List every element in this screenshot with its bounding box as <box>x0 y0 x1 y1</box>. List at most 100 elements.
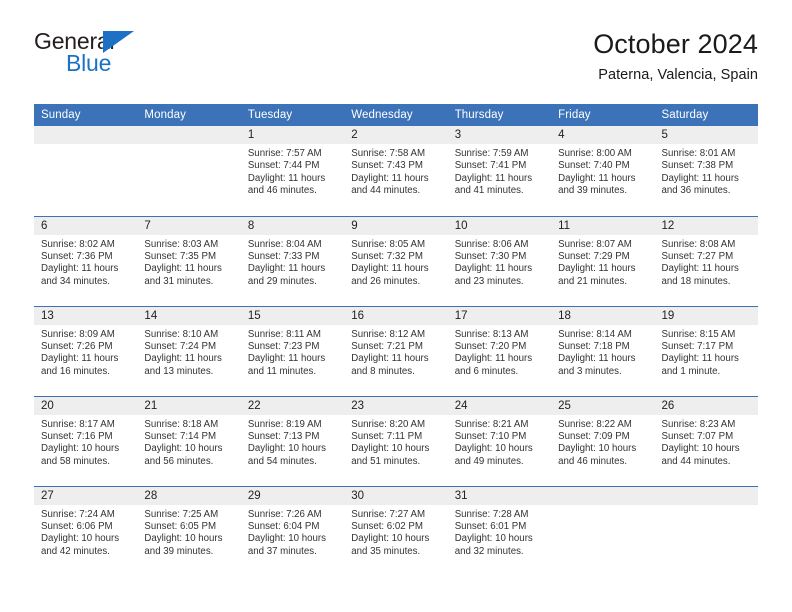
daylight-duration-line1: Daylight: 10 hours <box>247 443 326 455</box>
day-number: 19 <box>654 306 758 325</box>
calendar-day-cell[interactable]: 27 Sunrise: 7:24 AM Sunset: 6:06 PM Dayligh… <box>34 485 138 576</box>
calendar-day-cell[interactable]: 13 Sunrise: 8:09 AM Sunset: 7:26 PM Dayligh… <box>34 305 138 396</box>
daylight-duration-line2: and 36 minutes. <box>661 185 731 197</box>
daylight-duration-line1: Daylight: 11 hours <box>661 263 739 275</box>
day-sun-info: Sunrise: 8:23 AM Sunset: 7:07 PM Daylight:… <box>655 415 758 469</box>
daylight-duration-line1: Daylight: 11 hours <box>351 353 429 365</box>
calendar-day-cell[interactable]: 30 Sunrise: 7:27 AM Sunset: 6:02 PM Dayligh… <box>344 485 448 576</box>
sunrise-time: Sunrise: 8:06 AM <box>454 238 529 250</box>
calendar-day-cell[interactable]: 1 Sunrise: 7:57 AM Sunset: 7:44 PM Daylight… <box>240 126 345 216</box>
weekday-header-tuesday: Tuesday <box>240 104 345 126</box>
weekday-header-saturday: Saturday <box>654 104 758 126</box>
sunrise-time: Sunrise: 8:01 AM <box>661 148 736 159</box>
day-sun-info: Sunrise: 8:09 AM Sunset: 7:26 PM Daylight:… <box>34 325 137 379</box>
sunset-time: Sunset: 6:06 PM <box>41 520 113 532</box>
daylight-duration-line2: and 16 minutes. <box>41 365 110 377</box>
daylight-duration-line2: and 42 minutes. <box>41 545 110 557</box>
day-sun-info: Sunrise: 8:18 AM Sunset: 7:14 PM Daylight:… <box>137 415 240 469</box>
calendar-page: General Blue October 2024 Paterna, Valen… <box>0 0 792 612</box>
weekday-header-sunday: Sunday <box>34 104 138 126</box>
daylight-duration-line2: and 8 minutes. <box>351 365 415 377</box>
daylight-duration-line2: and 39 minutes. <box>144 545 214 557</box>
calendar-day-cell[interactable]: 20 Sunrise: 8:17 AM Sunset: 7:16 PM Dayligh… <box>34 395 138 486</box>
day-sun-info: Sunrise: 8:04 AM Sunset: 7:33 PM Daylight:… <box>241 235 344 289</box>
calendar-day-cell[interactable]: 6 Sunrise: 8:02 AM Sunset: 7:36 PM Daylight… <box>34 215 138 306</box>
calendar-day-cell[interactable]: 10 Sunrise: 8:06 AM Sunset: 7:30 PM Dayligh… <box>447 215 552 306</box>
daylight-duration-line2: and 6 minutes. <box>454 365 519 377</box>
day-sun-info: Sunrise: 7:58 AM Sunset: 7:43 PM Daylight:… <box>344 144 447 198</box>
day-sun-info: Sunrise: 8:13 AM Sunset: 7:20 PM Daylight:… <box>448 325 551 379</box>
day-sun-info: Sunrise: 8:12 AM Sunset: 7:21 PM Daylight:… <box>344 325 447 379</box>
daylight-duration-line2: and 21 minutes. <box>558 275 628 287</box>
calendar-day-cell[interactable]: 24 Sunrise: 8:21 AM Sunset: 7:10 PM Dayligh… <box>447 395 552 486</box>
calendar-day-cell[interactable]: 3 Sunrise: 7:59 AM Sunset: 7:41 PM Daylight… <box>447 126 552 216</box>
day-number: 21 <box>137 396 241 415</box>
day-sun-info: Sunrise: 8:20 AM Sunset: 7:11 PM Daylight:… <box>344 415 447 469</box>
daylight-duration-line1: Daylight: 10 hours <box>351 443 430 455</box>
calendar-day-cell[interactable]: 19 Sunrise: 8:15 AM Sunset: 7:17 PM Dayligh… <box>654 305 758 396</box>
sunset-time: Sunset: 7:26 PM <box>41 340 113 352</box>
daylight-duration-line1: Daylight: 10 hours <box>247 533 326 545</box>
sunrise-time: Sunrise: 8:10 AM <box>144 328 219 340</box>
day-number <box>551 486 655 505</box>
sunset-time: Sunset: 7:10 PM <box>454 430 527 442</box>
daylight-duration-line2: and 56 minutes. <box>144 455 214 467</box>
calendar-day-cell[interactable]: 18 Sunrise: 8:14 AM Sunset: 7:18 PM Dayligh… <box>551 305 655 396</box>
calendar-day-cell[interactable]: 29 Sunrise: 7:26 AM Sunset: 6:04 PM Dayligh… <box>240 485 345 576</box>
day-number <box>34 126 138 144</box>
calendar-day-cell[interactable]: 25 Sunrise: 8:22 AM Sunset: 7:09 PM Dayligh… <box>551 395 655 486</box>
sunset-time: Sunset: 6:01 PM <box>454 520 527 532</box>
calendar-day-cell[interactable]: 12 Sunrise: 8:08 AM Sunset: 7:27 PM Dayligh… <box>654 215 758 306</box>
calendar-day-cell[interactable]: 8 Sunrise: 8:04 AM Sunset: 7:33 PM Daylight… <box>240 215 345 306</box>
day-sun-info: Sunrise: 8:00 AM Sunset: 7:40 PM Daylight:… <box>551 144 654 198</box>
sunset-time: Sunset: 7:32 PM <box>351 250 423 262</box>
calendar-day-cell-empty <box>654 485 758 576</box>
day-number: 4 <box>551 126 655 144</box>
calendar-day-cell[interactable]: 16 Sunrise: 8:12 AM Sunset: 7:21 PM Dayligh… <box>344 305 448 396</box>
calendar-day-cell[interactable]: 2 Sunrise: 7:58 AM Sunset: 7:43 PM Daylight… <box>344 126 448 216</box>
sunrise-time: Sunrise: 8:11 AM <box>247 328 321 340</box>
calendar-day-cell[interactable]: 11 Sunrise: 8:07 AM Sunset: 7:29 PM Dayligh… <box>551 215 655 306</box>
calendar-day-cell-empty <box>137 126 241 216</box>
daylight-duration-line1: Daylight: 11 hours <box>558 172 636 184</box>
calendar-day-cell[interactable]: 22 Sunrise: 8:19 AM Sunset: 7:13 PM Dayligh… <box>240 395 345 486</box>
logo-word-blue: Blue <box>66 50 112 76</box>
daylight-duration-line2: and 41 minutes. <box>454 185 524 197</box>
daylight-duration-line2: and 58 minutes. <box>41 455 110 467</box>
daylight-duration-line2: and 1 minute. <box>661 365 721 377</box>
day-sun-info: Sunrise: 8:17 AM Sunset: 7:16 PM Daylight:… <box>34 415 137 469</box>
daylight-duration-line1: Daylight: 10 hours <box>41 533 120 545</box>
sunrise-time: Sunrise: 8:03 AM <box>144 238 219 250</box>
sunset-time: Sunset: 7:33 PM <box>247 250 320 262</box>
calendar-day-cell[interactable]: 15 Sunrise: 8:11 AM Sunset: 7:23 PM Dayligh… <box>240 305 345 396</box>
sunset-time: Sunset: 7:27 PM <box>661 250 734 262</box>
day-number: 23 <box>344 396 448 415</box>
calendar-day-cell[interactable]: 21 Sunrise: 8:18 AM Sunset: 7:14 PM Dayligh… <box>137 395 241 486</box>
calendar-day-cell[interactable]: 31 Sunrise: 7:28 AM Sunset: 6:01 PM Dayligh… <box>447 485 552 576</box>
calendar-day-cell[interactable]: 14 Sunrise: 8:10 AM Sunset: 7:24 PM Dayligh… <box>137 305 241 396</box>
day-number: 14 <box>137 306 241 325</box>
daylight-duration-line2: and 39 minutes. <box>558 185 628 197</box>
day-sun-info: Sunrise: 8:22 AM Sunset: 7:09 PM Daylight:… <box>551 415 654 469</box>
daylight-duration-line2: and 32 minutes. <box>454 545 524 557</box>
calendar-day-cell[interactable]: 17 Sunrise: 8:13 AM Sunset: 7:20 PM Dayligh… <box>447 305 552 396</box>
calendar-day-cell[interactable]: 9 Sunrise: 8:05 AM Sunset: 7:32 PM Daylight… <box>344 215 448 306</box>
calendar-day-cell[interactable]: 23 Sunrise: 8:20 AM Sunset: 7:11 PM Dayligh… <box>344 395 448 486</box>
calendar-day-cell[interactable]: 26 Sunrise: 8:23 AM Sunset: 7:07 PM Dayligh… <box>654 395 758 486</box>
sunrise-time: Sunrise: 7:24 AM <box>41 508 115 520</box>
day-number: 5 <box>654 126 758 144</box>
calendar-day-cell[interactable]: 28 Sunrise: 7:25 AM Sunset: 6:05 PM Dayligh… <box>137 485 241 576</box>
day-number: 3 <box>447 126 552 144</box>
calendar-day-cell[interactable]: 7 Sunrise: 8:03 AM Sunset: 7:35 PM Daylight… <box>137 215 241 306</box>
sunset-time: Sunset: 7:11 PM <box>351 430 423 442</box>
calendar-day-cell[interactable]: 4 Sunrise: 8:00 AM Sunset: 7:40 PM Daylight… <box>551 126 655 216</box>
day-sun-info: Sunrise: 8:10 AM Sunset: 7:24 PM Daylight:… <box>137 325 240 379</box>
daylight-duration-line2: and 44 minutes. <box>661 455 731 467</box>
day-sun-info: Sunrise: 7:25 AM Sunset: 6:05 PM Daylight:… <box>137 505 240 559</box>
calendar-day-cell[interactable]: 5 Sunrise: 8:01 AM Sunset: 7:38 PM Daylight… <box>654 126 758 216</box>
daylight-duration-line1: Daylight: 11 hours <box>351 263 429 275</box>
daylight-duration-line1: Daylight: 11 hours <box>41 353 119 365</box>
day-sun-info: Sunrise: 8:05 AM Sunset: 7:32 PM Daylight:… <box>344 235 447 289</box>
daylight-duration-line2: and 11 minutes. <box>247 365 317 377</box>
daylight-duration-line1: Daylight: 10 hours <box>41 443 120 455</box>
